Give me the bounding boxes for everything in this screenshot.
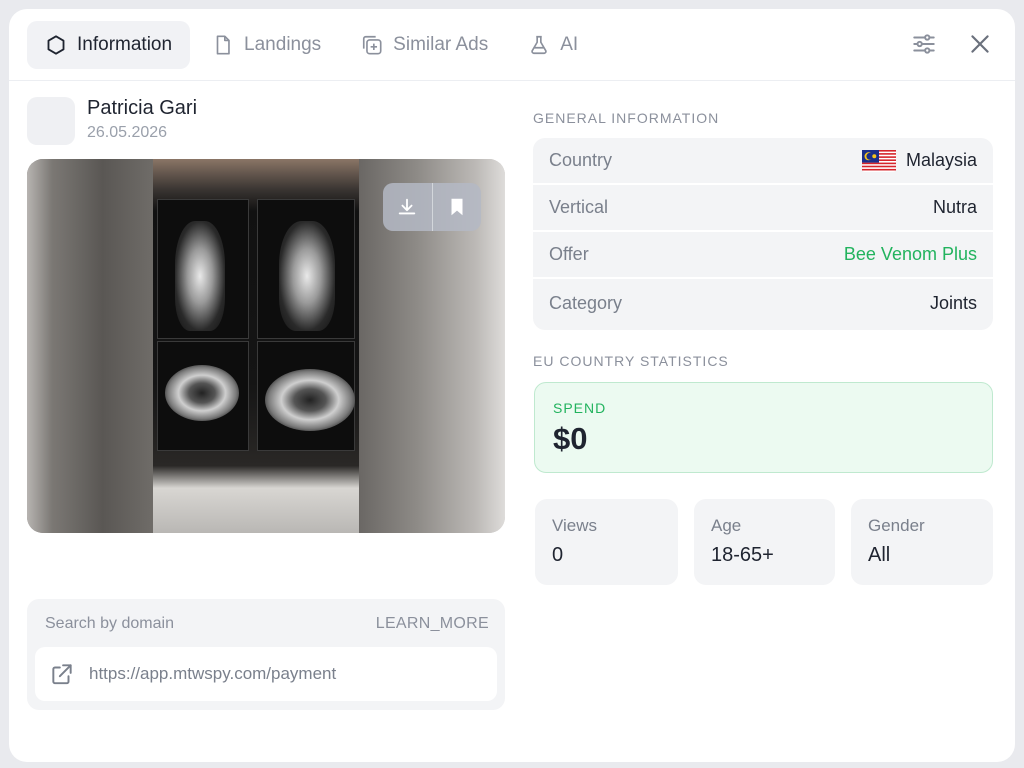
file-icon [216,34,230,55]
flask-icon [531,35,547,54]
bookmark-icon [451,198,463,216]
stat-card-age: Age 18-65+ [694,499,835,585]
offer-link[interactable]: Bee Venom Plus [844,244,977,265]
eu-statistics-title: EU COUNTRY STATISTICS [533,353,729,369]
stat-value: 18-65+ [711,544,774,566]
info-label: Vertical [549,197,609,217]
info-label: Category [549,293,623,313]
learn-more-link[interactable]: LEARN_MORE [376,615,489,633]
stat-value: All [868,544,891,566]
country-value: Malaysia [905,150,977,170]
malaysia-flag-icon [861,149,896,172]
header-actions [911,31,993,57]
xray-slice [265,369,355,431]
copy-plus-icon [363,35,382,55]
media-blur-left [27,159,153,533]
author-block: Patricia Gari 26.05.2026 [27,97,197,145]
download-button[interactable] [383,183,432,231]
domain-link[interactable]: https://app.mtwspy.com/payment [35,647,497,701]
tab-landings[interactable]: Landings [194,21,339,69]
external-link-icon [52,664,72,685]
bookmark-button[interactable] [432,183,481,231]
xray-slice [165,365,239,421]
stat-value: 0 [552,544,564,566]
spend-card: SPEND $0 [534,382,993,473]
info-label: Offer [549,244,589,264]
spend-value: $0 [553,421,588,456]
tab-label: Information [77,33,173,55]
ad-details-modal: Information Landings Similar Ads AI Patr… [9,9,1015,762]
close-icon[interactable] [967,31,993,57]
ad-media-preview[interactable] [27,159,505,533]
info-label: Country [549,150,613,170]
info-value: Nutra [932,197,977,217]
download-icon [399,198,416,215]
media-actions [383,183,481,231]
xray-image [153,159,359,533]
spend-label: SPEND [553,400,607,416]
tab-ai[interactable]: AI [510,21,596,69]
domain-search-panel: Search by domain LEARN_MORE https://app.… [27,599,505,710]
info-row-vertical: Vertical Nutra [533,185,993,232]
tab-information[interactable]: Information [27,20,191,69]
info-row-category: Category Joints [533,279,993,328]
tab-bar: Information Landings Similar Ads AI [9,9,1015,81]
author-name: Patricia Gari [87,97,198,119]
tab-label: Landings [244,33,322,55]
general-information-title: GENERAL INFORMATION [533,110,720,126]
tab-label: AI [560,33,579,55]
stat-label: Gender [868,516,925,535]
sliders-icon[interactable] [911,31,937,57]
stat-card-views: Views 0 [535,499,678,585]
info-row-country: Country Malaysia [533,138,993,185]
post-date: 26.05.2026 [87,124,168,141]
xray-spine [175,221,225,331]
general-information-table: Country Malaysia Vertical Nutra Offer Be… [533,138,993,330]
tab-label: Similar Ads [393,33,489,55]
domain-search-title: Search by domain [45,615,174,632]
hexagon-icon [47,34,65,55]
domain-url: https://app.mtwspy.com/payment [89,664,337,683]
tab-similar-ads[interactable]: Similar Ads [343,21,506,69]
stat-card-gender: Gender All [851,499,993,585]
xray-spine [279,221,335,331]
info-row-offer: Offer Bee Venom Plus [533,232,993,279]
info-value: Malaysia [861,149,977,172]
stat-label: Age [711,516,742,535]
info-value: Joints [929,293,977,313]
stat-label: Views [552,516,598,535]
avatar [27,97,75,145]
